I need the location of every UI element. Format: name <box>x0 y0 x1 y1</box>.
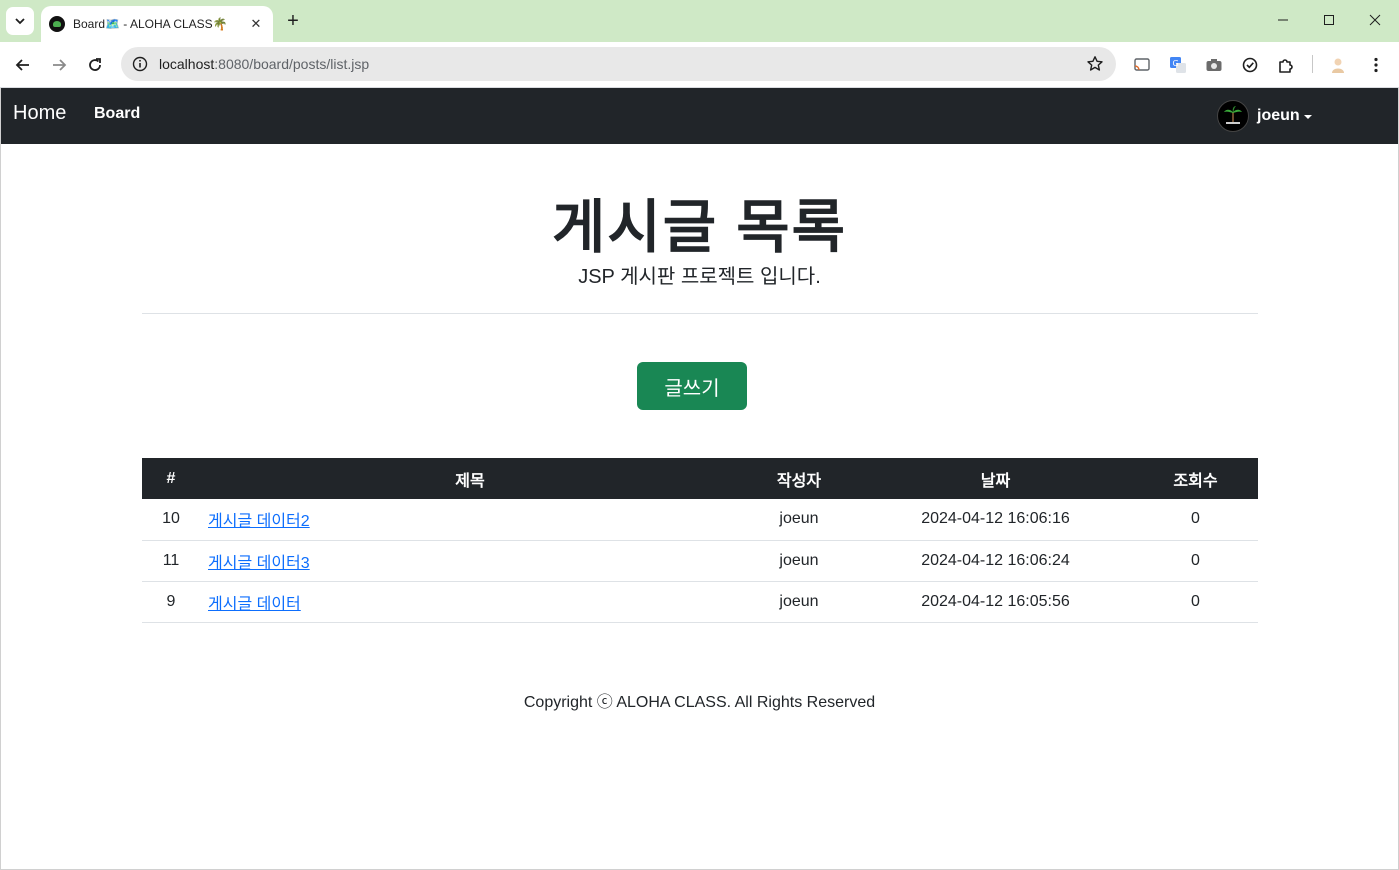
profile-avatar-icon[interactable] <box>1326 53 1350 77</box>
header-number: # <box>166 469 176 487</box>
post-title-cell: 게시글 데이터3 <box>200 540 740 581</box>
header-title: 제목 <box>455 472 485 490</box>
browser-menu-icon[interactable] <box>1364 53 1388 77</box>
table-row: 9 게시글 데이터 joeun 2024-04-12 16:05:56 0 <box>142 581 1258 622</box>
nav-board-link[interactable]: Board <box>94 105 140 123</box>
post-title-cell: 게시글 데이터2 <box>200 499 740 540</box>
minimize-button[interactable] <box>1260 0 1306 40</box>
page-subtitle: JSP 게시판 프로젝트 입니다. <box>578 266 821 288</box>
aloha-favicon-icon <box>49 16 65 32</box>
close-icon <box>1369 14 1381 26</box>
camera-icon[interactable] <box>1202 53 1226 77</box>
chevron-down-icon <box>15 18 25 25</box>
reload-button[interactable] <box>81 51 109 79</box>
post-title-link[interactable]: 게시글 데이터2 <box>208 513 310 530</box>
user-name: joeun <box>1257 107 1300 124</box>
table-row: 10 게시글 데이터2 joeun 2024-04-12 16:06:16 0 <box>142 499 1258 540</box>
maximize-button[interactable] <box>1306 0 1352 40</box>
header-views: 조회수 <box>1173 472 1218 490</box>
post-date: 2024-04-12 16:06:16 <box>921 510 1070 528</box>
post-views: 0 <box>1191 592 1200 610</box>
window-border-left <box>0 88 1 870</box>
user-avatar-icon <box>1217 100 1249 132</box>
toolbar-divider <box>1312 55 1313 73</box>
bookmark-star-icon[interactable] <box>1086 55 1104 78</box>
table-header: # 제목 작성자 날짜 조회수 <box>142 458 1258 499</box>
close-window-button[interactable] <box>1352 0 1398 40</box>
browser-tab-active[interactable]: Board🗺️ - ALOHA CLASS🌴 ✕ <box>41 6 273 42</box>
post-title-link[interactable]: 게시글 데이터3 <box>208 555 310 572</box>
svg-text:G: G <box>1173 59 1179 68</box>
back-button[interactable] <box>9 51 37 79</box>
page-footer: Copyright ⓒ ALOHA CLASS. All Rights Rese… <box>523 694 876 711</box>
arrow-right-icon <box>53 59 67 71</box>
minimize-icon <box>1278 19 1288 21</box>
forward-button[interactable] <box>45 51 73 79</box>
maximize-icon <box>1324 15 1334 25</box>
tab-close-button[interactable]: ✕ <box>247 15 265 33</box>
extensions-puzzle-icon[interactable] <box>1274 53 1298 77</box>
post-number: 11 <box>162 551 180 569</box>
user-dropdown[interactable]: joeun <box>1217 100 1312 132</box>
table-row: 11 게시글 데이터3 joeun 2024-04-12 16:06:24 0 <box>142 540 1258 581</box>
sync-extension-icon[interactable] <box>1238 53 1262 77</box>
post-number: 9 <box>166 592 176 610</box>
header-date: 날짜 <box>980 472 1011 490</box>
header-writer: 작성자 <box>776 472 822 490</box>
write-post-button[interactable]: 글쓰기 <box>637 362 747 410</box>
browser-tabstrip: Board🗺️ - ALOHA CLASS🌴 ✕ + <box>0 0 1399 42</box>
post-views: 0 <box>1191 551 1200 569</box>
section-divider <box>142 313 1258 314</box>
post-number: 10 <box>162 510 180 528</box>
new-tab-button[interactable]: + <box>281 8 305 34</box>
tab-title: Board🗺️ - ALOHA CLASS🌴 <box>73 17 228 31</box>
post-writer: joeun <box>779 592 819 610</box>
post-date: 2024-04-12 16:06:24 <box>921 551 1070 569</box>
page-title: 게시글 목록 <box>552 195 847 260</box>
arrow-left-icon <box>15 59 29 71</box>
caret-down-icon <box>1303 115 1312 119</box>
nav-home-link[interactable]: Home <box>13 102 66 125</box>
reload-icon <box>89 58 101 71</box>
post-table: # 제목 작성자 날짜 조회수 10 게시글 데이터2 joeun 2024-0… <box>142 458 1258 623</box>
post-writer: joeun <box>779 510 819 528</box>
translate-icon[interactable]: G <box>1166 53 1190 77</box>
browser-toolbar: localhost:8080/board/posts/list.jsp G <box>0 42 1399 88</box>
url-text: localhost:8080/board/posts/list.jsp <box>159 56 370 72</box>
cast-icon[interactable] <box>1130 53 1154 77</box>
site-navbar: Home Board joeun <box>1 88 1398 144</box>
post-writer: joeun <box>779 551 819 569</box>
post-date: 2024-04-12 16:05:56 <box>921 592 1070 610</box>
tab-search-button[interactable] <box>6 7 34 35</box>
address-bar[interactable]: localhost:8080/board/posts/list.jsp <box>121 47 1116 81</box>
post-views: 0 <box>1191 510 1200 528</box>
site-info-icon[interactable] <box>131 55 149 73</box>
post-title-link[interactable]: 게시글 데이터 <box>208 596 301 613</box>
post-title-cell: 게시글 데이터 <box>200 581 740 622</box>
